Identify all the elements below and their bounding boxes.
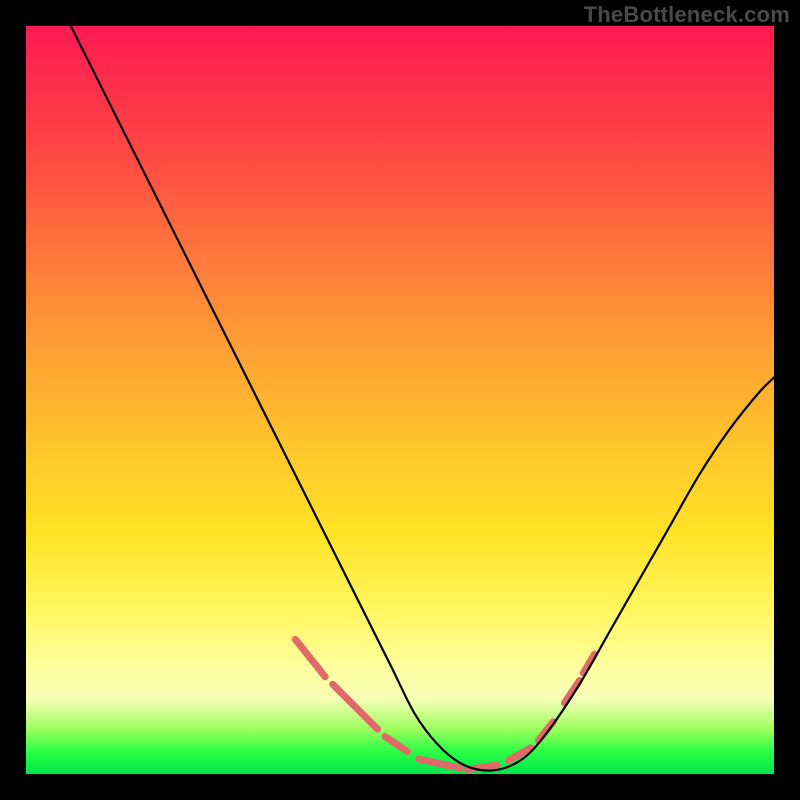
watermark-text: TheBottleneck.com — [584, 2, 790, 28]
highlight-segment — [419, 759, 460, 768]
chart-plot-area — [26, 26, 774, 774]
highlight-segment — [538, 722, 553, 741]
highlight-segment — [565, 681, 580, 703]
bottleneck-curve — [71, 26, 774, 771]
highlight-segment — [295, 639, 325, 676]
chart-frame: TheBottleneck.com — [0, 0, 800, 800]
highlight-layer — [295, 639, 594, 769]
chart-svg — [26, 26, 774, 774]
highlight-segment — [333, 684, 378, 729]
highlight-segment — [385, 737, 407, 752]
